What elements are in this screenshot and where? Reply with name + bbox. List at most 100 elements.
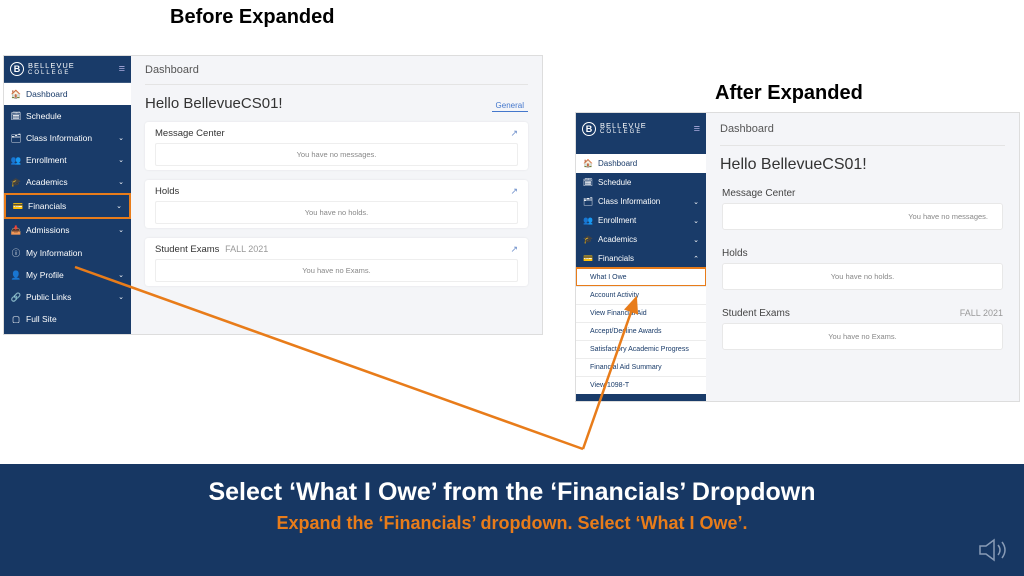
card-body: You have no Exams. [722,323,1003,350]
chevron-down-icon: ⌄ [118,178,124,186]
sidebar-item-label: Public Links [26,292,71,302]
card-exams: Student Exams FALL 2021 You have no Exam… [720,304,1005,354]
sidebar-item-my-profile[interactable]: 👤 My Profile ⌄ [4,264,131,286]
logo-text: BELLEVUE COLLEGE [600,122,647,136]
sub-item-view-1098t[interactable]: View 1098-T [576,376,706,394]
sidebar-item-academics[interactable]: 🎓 Academics ⌄ [4,171,131,193]
heading-after: After Expanded [715,82,863,105]
card-title: Message Center [722,188,1003,203]
sidebar-item-enrollment[interactable]: 👥 Enrollment ⌄ [4,149,131,171]
card-title: Holds [155,186,179,197]
card-messages: Message Center You have no messages. [720,184,1005,234]
menu-icon[interactable]: ≡ [694,123,700,135]
sidebar-item-class-info[interactable]: 🗂 Class Information ⌄ [4,127,131,149]
sidebar-item-class-info[interactable]: 🗂 Class Information ⌄ [576,192,706,211]
chevron-down-icon: ⌄ [693,217,699,225]
logo-line1: BELLEVUE [600,122,647,130]
external-icon[interactable]: ↗ [510,186,518,197]
sidebar-item-label: Financials [598,254,634,263]
chevron-down-icon: ⌄ [116,202,122,210]
sidebar-item-admissions[interactable]: 📥 Admissions ⌄ [4,219,131,241]
sidebar-item-label: My Information [26,248,82,258]
card-body: You have no holds. [155,201,518,224]
card-body: You have no holds. [722,263,1003,290]
home-icon: 🏠 [11,89,21,100]
logo-icon: B [582,122,596,136]
logo-text: BELLEVUE COLLEGE [28,62,75,76]
info-icon: ⓘ [11,247,21,259]
sub-item-accept-decline[interactable]: Accept/Decline Awards [576,322,706,340]
menu-icon[interactable]: ≡ [119,63,125,75]
chevron-down-icon: ⌄ [693,198,699,206]
card-title: Message Center [155,128,225,139]
calendar-icon: 🗓 [583,178,593,187]
instruction-banner: Select ‘What I Owe’ from the ‘Financials… [0,464,1024,576]
sub-item-what-i-owe[interactable]: What I Owe [576,268,706,286]
sidebar-before: B BELLEVUE COLLEGE ≡ 🏠 Dashboard 🗓 Sched… [4,56,131,334]
greeting: Hello BellevueCS01! [720,146,1005,184]
card-holds: Holds You have no holds. [720,244,1005,294]
sidebar-item-my-info[interactable]: ⓘ My Information [4,241,131,264]
sidebar-item-label: Financials [28,201,66,211]
main-content-before: Dashboard Hello BellevueCS01! General Me… [131,56,542,334]
user-icon: 👤 [11,270,21,281]
sidebar-item-label: Class Information [26,133,92,143]
chevron-down-icon: ⌄ [118,156,124,164]
calendar-icon: 🗓 [11,111,21,122]
logo-line2: COLLEGE [600,129,647,135]
sidebar-item-financials[interactable]: 💳 Financials ⌃ [576,249,706,268]
sidebar-item-label: Full Site [26,314,57,324]
speaker-icon [978,536,1010,564]
sidebar-item-label: My Profile [26,270,64,280]
page-title: Dashboard [720,113,1005,146]
sidebar-item-enrollment[interactable]: 👥 Enrollment ⌄ [576,211,706,230]
external-icon[interactable]: ↗ [510,128,518,139]
card-title: Holds [722,248,1003,263]
sidebar-item-schedule[interactable]: 🗓 Schedule [4,105,131,127]
logo[interactable]: B BELLEVUE COLLEGE ≡ [4,56,131,83]
sidebar-item-dashboard[interactable]: 🏠 Dashboard [4,83,131,105]
chevron-down-icon: ⌄ [118,293,124,301]
heading-before: Before Expanded [170,6,334,29]
panel-after: B BELLEVUE COLLEGE ≡ 🏠 Dashboard 🗓 Sched… [575,112,1020,402]
card-body: You have no Exams. [155,259,518,282]
sidebar-item-public-links[interactable]: 🔗 Public Links ⌄ [4,286,131,308]
chevron-down-icon: ⌄ [693,236,699,244]
sidebar-item-label: Class Information [598,197,660,206]
sidebar-item-label: Academics [598,235,637,244]
sidebar-item-label: Enrollment [26,155,67,165]
sidebar-item-label: Admissions [26,225,69,235]
card-icon: 💳 [13,201,23,212]
card-body: You have no messages. [722,203,1003,230]
enroll-icon: 👥 [583,216,593,225]
sub-item-sap[interactable]: Satisfactory Academic Progress [576,340,706,358]
card-holds: Holds ↗ You have no holds. [145,180,528,228]
sidebar-item-full-site[interactable]: ▢ Full Site [4,308,131,330]
logo-line2: COLLEGE [28,70,75,76]
sidebar-item-label: Schedule [598,178,631,187]
sub-item-account-activity[interactable]: Account Activity [576,286,706,304]
external-icon[interactable]: ↗ [510,244,518,255]
card-icon: 💳 [583,254,593,263]
sidebar-item-label: Academics [26,177,68,187]
sidebar-item-schedule[interactable]: 🗓 Schedule [576,173,706,192]
sidebar-item-academics[interactable]: 🎓 Academics ⌄ [576,230,706,249]
card-exams: Student Exams FALL 2021↗ You have no Exa… [145,238,528,286]
sidebar-item-financials[interactable]: 💳 Financials ⌄ [4,193,131,219]
logo-icon: B [10,62,24,76]
sidebar-item-label: Dashboard [26,89,68,99]
tab-general[interactable]: General [492,101,528,112]
logo-line1: BELLEVUE [28,62,75,70]
sidebar-item-label: Schedule [26,111,61,121]
sidebar-item-label: Dashboard [598,159,637,168]
banner-title: Select ‘What I Owe’ from the ‘Financials… [0,478,1024,507]
cap-icon: 🎓 [583,235,593,244]
sub-item-view-financial-aid[interactable]: View Financial Aid [576,304,706,322]
chevron-down-icon: ⌄ [118,271,124,279]
sidebar-item-label: Enrollment [598,216,636,225]
logo[interactable]: B BELLEVUE COLLEGE ≡ [576,113,706,144]
greeting-text: Hello BellevueCS01! [145,95,283,112]
sidebar-item-dashboard[interactable]: 🏠 Dashboard [576,154,706,173]
greeting: Hello BellevueCS01! General [145,85,528,122]
sub-item-fa-summary[interactable]: Financial Aid Summary [576,358,706,376]
